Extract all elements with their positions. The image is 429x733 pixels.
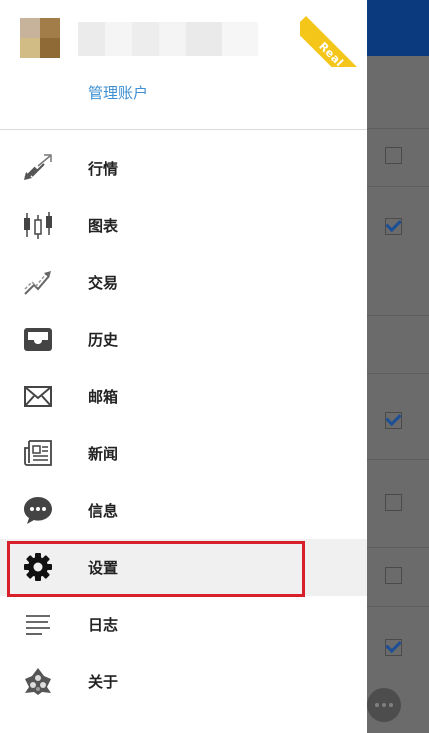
about-logo-icon: [22, 665, 54, 697]
account-name-redacted: [78, 22, 258, 56]
background-header: [367, 0, 429, 56]
menu-item-quotes[interactable]: 行情: [0, 140, 367, 197]
trade-trend-icon: [22, 266, 54, 298]
menu-item-label: 邮箱: [88, 388, 119, 406]
drawer-menu: 行情 图表 交易 历史 邮箱 新闻 信息 设置 日志 关于: [0, 140, 367, 710]
mail-envelope-icon: [22, 380, 54, 412]
menu-item-label: 历史: [88, 331, 119, 349]
menu-item-journal[interactable]: 日志: [0, 596, 367, 653]
background-checkbox-checked[interactable]: [385, 412, 402, 429]
navigation-drawer: 管理账户 Real 行情 图表 交易 历史 邮箱 新闻 信息 设置 日志 关于: [0, 0, 367, 733]
background-divider: [367, 373, 429, 374]
background-checkbox[interactable]: [385, 494, 402, 511]
menu-item-label: 信息: [88, 502, 119, 520]
menu-item-label: 图表: [88, 217, 119, 235]
menu-item-messages[interactable]: 信息: [0, 482, 367, 539]
menu-item-label: 行情: [88, 160, 119, 178]
background-divider: [367, 459, 429, 460]
candlestick-chart-icon: [22, 209, 54, 241]
news-icon: [22, 437, 54, 469]
background-checkbox-checked[interactable]: [385, 218, 402, 235]
menu-item-label: 交易: [88, 274, 119, 292]
header-divider: [0, 129, 367, 130]
menu-item-charts[interactable]: 图表: [0, 197, 367, 254]
chat-bubble-icon: [22, 494, 54, 526]
journal-lines-icon: [22, 608, 54, 640]
menu-item-trade[interactable]: 交易: [0, 254, 367, 311]
account-type-badge: Real: [300, 16, 367, 67]
history-inbox-icon: [22, 323, 54, 355]
menu-item-settings[interactable]: 设置: [0, 539, 367, 596]
background-divider: [367, 186, 429, 187]
menu-item-history[interactable]: 历史: [0, 311, 367, 368]
chat-dots-icon: [375, 703, 393, 707]
manage-accounts-link[interactable]: 管理账户: [88, 82, 148, 103]
menu-item-label: 设置: [88, 559, 119, 577]
background-checkbox-checked[interactable]: [385, 639, 402, 656]
background-checkbox[interactable]: [385, 567, 402, 584]
chat-fab-button[interactable]: [367, 688, 401, 722]
quotes-arrows-icon: [22, 152, 54, 184]
menu-item-label: 新闻: [88, 445, 119, 463]
menu-item-mailbox[interactable]: 邮箱: [0, 368, 367, 425]
background-divider: [367, 128, 429, 129]
background-checkbox[interactable]: [385, 147, 402, 164]
menu-item-about[interactable]: 关于: [0, 653, 367, 710]
background-divider: [367, 547, 429, 548]
menu-item-news[interactable]: 新闻: [0, 425, 367, 482]
background-divider: [367, 315, 429, 316]
menu-item-label: 关于: [88, 673, 119, 691]
account-type-ribbon: Real: [300, 0, 367, 67]
avatar[interactable]: [20, 18, 60, 58]
menu-item-label: 日志: [88, 616, 119, 634]
gear-icon: [22, 551, 54, 583]
background-divider: [367, 606, 429, 607]
